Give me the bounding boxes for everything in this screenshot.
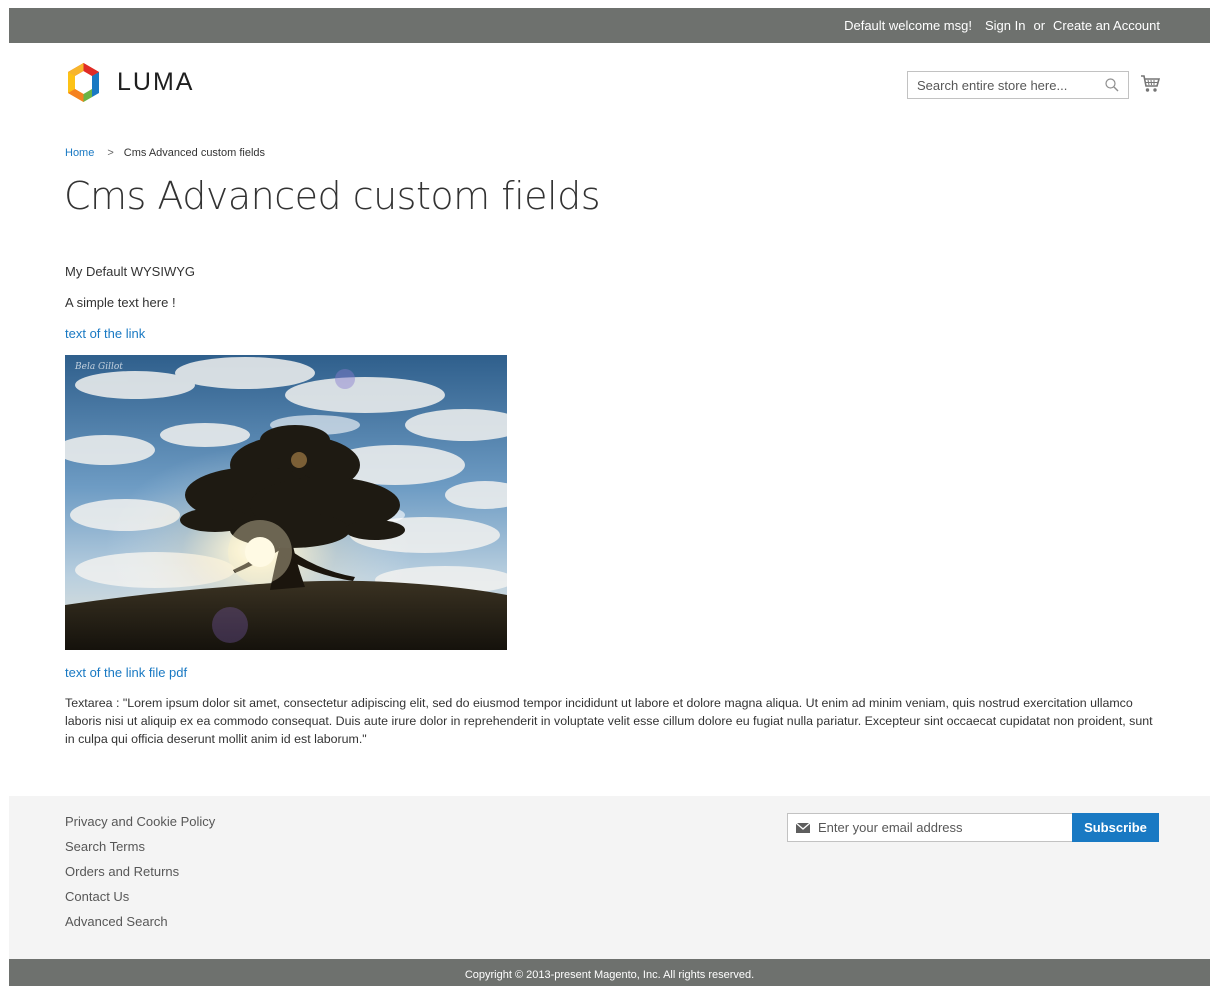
logo-text: LUMA <box>117 68 195 96</box>
orders-returns-link[interactable]: Orders and Returns <box>65 864 179 879</box>
simple-text: A simple text here ! <box>65 295 176 310</box>
breadcrumb: Home > Cms Advanced custom fields <box>65 147 265 159</box>
or-text: or <box>1033 18 1046 33</box>
page-title: Cms Advanced custom fields <box>64 174 601 218</box>
shopping-cart-icon[interactable] <box>1140 74 1160 94</box>
footer-link-item: Contact Us <box>65 888 215 913</box>
sign-in-link[interactable]: Sign In <box>985 18 1025 33</box>
create-account-link[interactable]: Create an Account <box>1053 18 1160 33</box>
footer-link-item: Privacy and Cookie Policy <box>65 813 215 838</box>
footer-link-item: Advanced Search <box>65 913 215 938</box>
newsletter-form: Subscribe <box>787 813 1159 842</box>
tree-photo: Bela Gillot <box>65 355 507 650</box>
textarea-content: Textarea : "Lorem ipsum dolor sit amet, … <box>65 696 1153 746</box>
page: Default welcome msg! Sign In or Create a… <box>9 8 1210 986</box>
search-input[interactable] <box>908 72 1098 98</box>
page-title-text: Cms Advanced custom fields <box>64 174 601 218</box>
breadcrumb-separator: > <box>107 147 114 159</box>
copyright-text: Copyright © 2013-present Magento, Inc. A… <box>464 969 755 981</box>
newsletter-field <box>787 813 1072 842</box>
tree-sunset-image: Bela Gillot <box>65 355 507 650</box>
envelope-icon <box>796 822 810 833</box>
footer-link-item: Search Terms <box>65 838 215 863</box>
luma-logo-icon <box>68 63 99 102</box>
privacy-policy-link[interactable]: Privacy and Cookie Policy <box>65 814 215 829</box>
advanced-search-link[interactable]: Advanced Search <box>65 914 168 929</box>
contact-us-link[interactable]: Contact Us <box>65 889 129 904</box>
search-terms-link[interactable]: Search Terms <box>65 839 145 854</box>
logo[interactable]: LUMA <box>65 62 194 103</box>
breadcrumb-home-link[interactable]: Home <box>65 147 94 159</box>
content-link[interactable]: text of the link <box>65 325 145 343</box>
footer-links: Privacy and Cookie Policy Search Terms O… <box>65 813 215 938</box>
copyright: Copyright © 2013-present Magento, Inc. A… <box>9 959 1210 986</box>
subscribe-button[interactable]: Subscribe <box>1072 813 1159 842</box>
welcome-message: Default welcome msg! <box>844 18 972 33</box>
newsletter-email-input[interactable] <box>818 820 1058 835</box>
svg-text:Bela Gillot: Bela Gillot <box>74 362 123 372</box>
search-box <box>907 71 1129 99</box>
wysiwyg-text: My Default WYSIWYG <box>65 264 196 279</box>
panel-header: Default welcome msg! Sign In or Create a… <box>9 8 1210 43</box>
header-links: Default welcome msg! Sign In or Create a… <box>844 8 1160 43</box>
footer-link-item: Orders and Returns <box>65 863 215 888</box>
footer: Privacy and Cookie Policy Search Terms O… <box>9 796 1210 959</box>
breadcrumb-current: Cms Advanced custom fields <box>123 147 266 159</box>
pdf-file-link[interactable]: text of the link file pdf <box>65 664 187 682</box>
search-icon[interactable] <box>1105 78 1119 92</box>
